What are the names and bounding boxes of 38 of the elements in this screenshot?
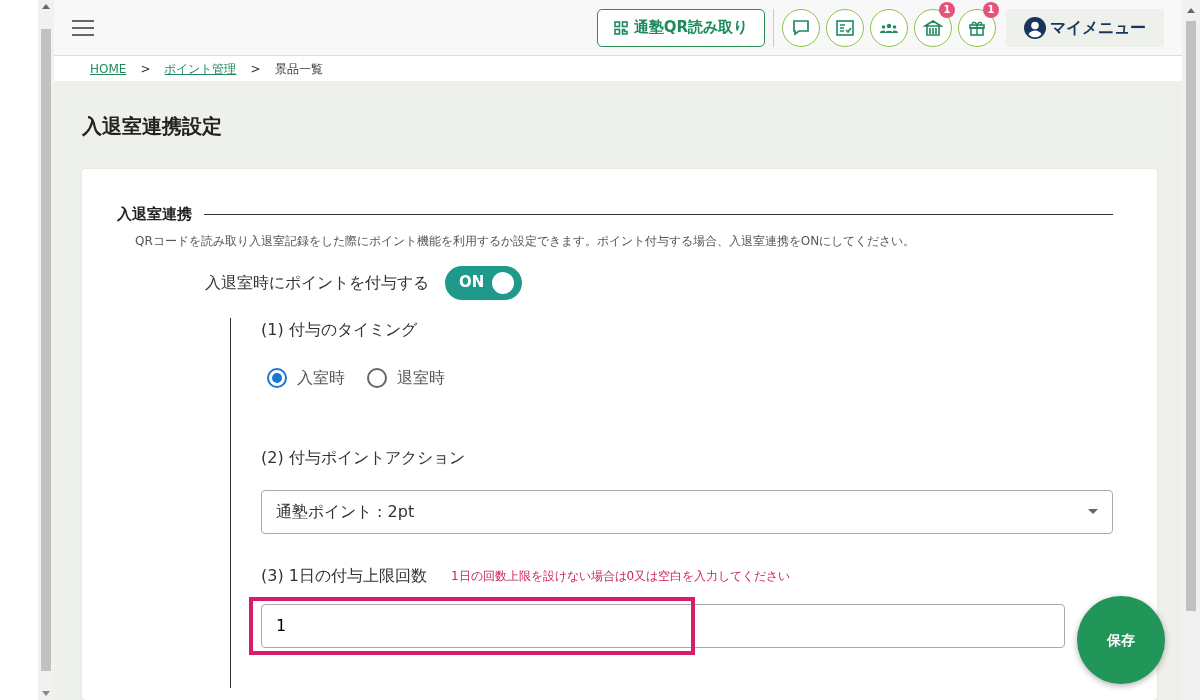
- caret-icon: [1088, 509, 1098, 514]
- user-icon: [1024, 16, 1046, 39]
- scrollbar-thumb[interactable]: [41, 29, 51, 671]
- breadcrumb-current: 景品一覧: [274, 60, 323, 78]
- checklist-icon: [835, 17, 855, 38]
- page-title: 入退室連携設定: [82, 113, 223, 140]
- my-menu-button[interactable]: マイメニュー: [1006, 8, 1164, 47]
- radio-button[interactable]: [267, 367, 287, 388]
- radio-label[interactable]: 入室時: [297, 365, 345, 390]
- field-label: (1) 付与のタイミング: [261, 318, 418, 341]
- scroll-up-arrow-icon[interactable]: [42, 4, 50, 9]
- icon-button[interactable]: [782, 8, 820, 47]
- chat-icon: [791, 17, 811, 38]
- notification-badge: 1: [939, 1, 955, 18]
- icon-button[interactable]: [870, 8, 908, 47]
- icon-button[interactable]: [826, 8, 864, 47]
- menu-icon[interactable]: [72, 19, 94, 36]
- scroll-down-arrow-icon[interactable]: [42, 691, 50, 696]
- shop-icon: [923, 17, 943, 38]
- hint-text: 1日の回数上限を設けない場合は0又は空白を入力してください: [450, 567, 791, 585]
- breadcrumb-separator: >: [140, 60, 151, 78]
- scroll-up-arrow-icon[interactable]: [1187, 8, 1195, 13]
- section-title: 入退室連携: [117, 204, 192, 225]
- breadcrumb-link[interactable]: HOME: [90, 59, 127, 78]
- breadcrumb-separator: >: [250, 60, 261, 78]
- field-label: (2) 付与ポイントアクション: [261, 446, 466, 469]
- toggle-label: 入退室時にポイントを付与する: [205, 271, 429, 294]
- qr-scan-button[interactable]: 通塾QR読み取り: [596, 8, 765, 47]
- scrollbar-thumb[interactable]: [1186, 21, 1196, 611]
- field-label: (3) 1日の付与上限回数: [261, 564, 427, 587]
- breadcrumb-link[interactable]: ポイント管理: [164, 59, 237, 78]
- select-field[interactable]: 通塾ポイント : 2pt: [261, 489, 1113, 534]
- notification-badge: 1: [983, 1, 999, 18]
- section-description: QRコードを読み取り入退室記録をした際にポイント機能を利用するか設定できます。ポイント付与する場合、入退室連携をONにしてください。: [135, 232, 917, 250]
- radio-label[interactable]: 退室時: [397, 365, 445, 390]
- qr-icon: [613, 20, 628, 35]
- input-field[interactable]: 1: [261, 603, 1065, 648]
- radio-button[interactable]: [367, 367, 387, 388]
